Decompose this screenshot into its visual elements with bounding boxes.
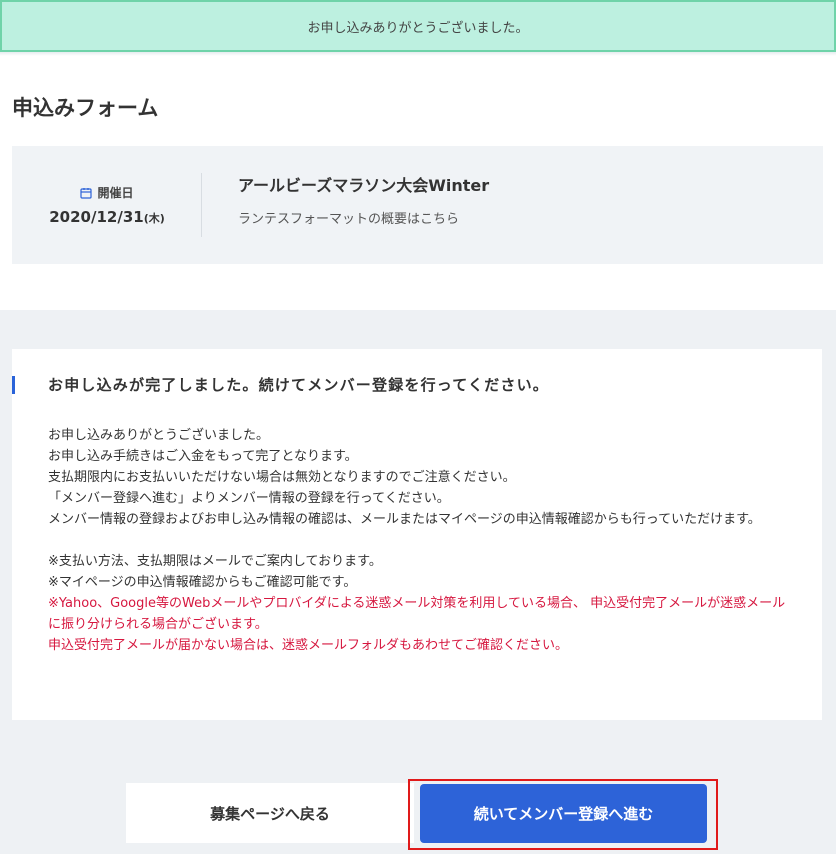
success-banner: お申し込みありがとうございました。 <box>0 0 836 52</box>
message-line: お申し込みありがとうございました。 <box>48 428 270 443</box>
event-format-link[interactable]: ランテスフォーマットの概要はこちら <box>238 208 459 227</box>
event-date-value: 2020/12/31 <box>49 208 144 226</box>
message-line: お申し込み手続きはご入金をもって完了となります。 <box>48 449 358 464</box>
event-date-weekday: (木) <box>143 212 165 225</box>
completion-message-body: お申し込みありがとうございました。 お申し込み手続きはご入金をもって完了となりま… <box>48 425 793 656</box>
event-name: アールビーズマラソン大会Winter <box>238 176 490 195</box>
message-line: 「メンバー登録へ進む」よりメンバー情報の登録を行ってください。 <box>48 491 450 506</box>
message-line: 支払期限内にお支払いいただけない場合は無効となりますのでご注意ください。 <box>48 470 516 485</box>
completion-message-box: お申し込みが完了しました。続けてメンバー登録を行ってください。 お申し込みありが… <box>12 349 822 720</box>
calendar-icon <box>80 187 93 199</box>
message-line: メンバー情報の登録およびお申し込み情報の確認は、メールまたはマイページの申込情報… <box>48 512 761 527</box>
success-banner-text: お申し込みありがとうございました。 <box>307 20 529 36</box>
event-card: 開催日 2020/12/31(木) アールビーズマラソン大会Winter ランテ… <box>12 146 823 264</box>
event-divider <box>201 173 202 237</box>
event-date-label: 開催日 <box>97 186 134 200</box>
completion-heading: お申し込みが完了しました。続けてメンバー登録を行ってください。 <box>48 376 550 394</box>
spam-warning: 申込受付完了メールが届かない場合は、迷惑メールフォルダもあわせてご確認ください。 <box>48 638 569 653</box>
event-date: 2020/12/31(木) <box>49 207 165 226</box>
message-note: ※支払い方法、支払期限はメールでご案内しております。 <box>48 554 382 569</box>
event-date-block: 開催日 2020/12/31(木) <box>12 146 202 264</box>
event-date-label-row: 開催日 <box>80 184 134 201</box>
back-to-recruitment-button[interactable]: 募集ページへ戻る <box>126 783 414 843</box>
message-note: ※マイページの申込情報確認からもご確認可能です。 <box>48 575 357 590</box>
page-title: 申込みフォーム <box>12 96 159 120</box>
heading-accent-bar <box>12 376 15 394</box>
banner-shadow <box>0 52 836 56</box>
spam-warning: ※Yahoo、Google等のWebメールやプロバイダによる迷惑メール対策を利用… <box>48 596 786 632</box>
continue-member-registration-button[interactable]: 続いてメンバー登録へ進む <box>420 784 707 843</box>
